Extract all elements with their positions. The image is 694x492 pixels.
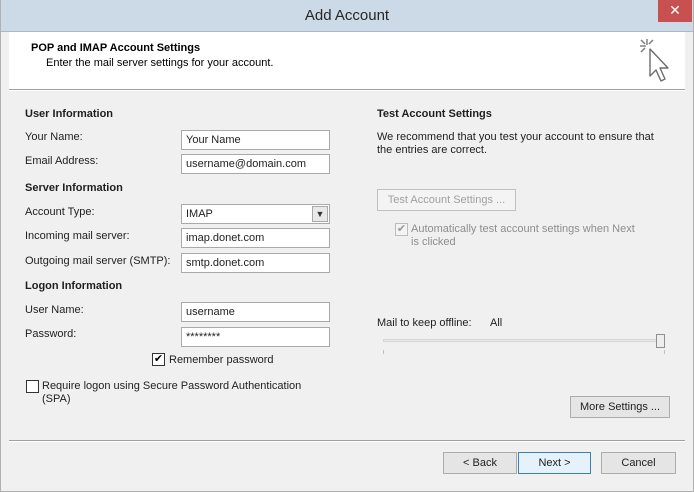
header-title: POP and IMAP Account Settings bbox=[31, 42, 201, 54]
auto-test-checkbox[interactable]: ✔ bbox=[395, 223, 408, 236]
logon-information-heading: Logon Information bbox=[25, 280, 123, 292]
header-separator bbox=[9, 89, 685, 91]
close-button[interactable]: ✕ bbox=[658, 0, 692, 22]
spa-checkbox[interactable] bbox=[26, 380, 39, 393]
user-name-input[interactable]: username bbox=[181, 302, 330, 322]
checkmark-icon: ✔ bbox=[396, 223, 407, 235]
spa-label-line2[interactable]: (SPA) bbox=[42, 393, 71, 405]
mail-offline-slider[interactable] bbox=[383, 334, 665, 356]
header-subtitle: Enter the mail server settings for your … bbox=[46, 57, 274, 69]
slider-track bbox=[383, 339, 665, 342]
test-account-settings-button[interactable]: Test Account Settings ... bbox=[377, 189, 516, 211]
account-type-select[interactable]: IMAP ▼ bbox=[181, 204, 330, 224]
user-information-heading: User Information bbox=[25, 108, 114, 120]
cancel-button[interactable]: Cancel bbox=[601, 452, 676, 474]
password-input[interactable]: ******** bbox=[181, 327, 330, 347]
test-description-line2: the entries are correct. bbox=[377, 144, 488, 156]
account-type-value: IMAP bbox=[186, 208, 213, 220]
outgoing-server-input[interactable]: smtp.donet.com bbox=[181, 253, 330, 273]
window-title: Add Account bbox=[304, 7, 390, 24]
user-name-label: User Name: bbox=[25, 304, 84, 316]
remember-password-checkbox[interactable]: ✔ bbox=[152, 353, 165, 366]
add-account-dialog: Add Account ✕ POP and IMAP Account Setti… bbox=[0, 0, 694, 492]
account-type-label: Account Type: bbox=[25, 206, 95, 218]
more-settings-button[interactable]: More Settings ... bbox=[570, 396, 670, 418]
pointer-click-icon bbox=[640, 39, 669, 82]
incoming-server-label: Incoming mail server: bbox=[25, 230, 130, 242]
slider-tick bbox=[664, 350, 665, 354]
close-icon: ✕ bbox=[669, 2, 681, 18]
slider-thumb[interactable] bbox=[656, 334, 665, 348]
checkmark-icon: ✔ bbox=[153, 353, 164, 365]
remember-password-label[interactable]: Remember password bbox=[169, 354, 274, 366]
title-bar[interactable]: Add Account ✕ bbox=[1, 0, 693, 32]
auto-test-label-line1[interactable]: Automatically test account settings when… bbox=[411, 223, 635, 235]
test-description-line1: We recommend that you test your account … bbox=[377, 131, 654, 143]
test-account-heading: Test Account Settings bbox=[377, 108, 492, 120]
password-label: Password: bbox=[25, 328, 77, 340]
server-information-heading: Server Information bbox=[25, 182, 123, 194]
auto-test-label-line2[interactable]: is clicked bbox=[411, 236, 456, 248]
email-address-input[interactable]: username@domain.com bbox=[181, 154, 330, 174]
footer-separator bbox=[9, 440, 685, 442]
slider-tick bbox=[383, 350, 384, 354]
your-name-label: Your Name: bbox=[25, 131, 83, 143]
incoming-server-input[interactable]: imap.donet.com bbox=[181, 228, 330, 248]
email-address-label: Email Address: bbox=[25, 155, 99, 167]
next-button[interactable]: Next > bbox=[518, 452, 591, 474]
mail-offline-value: All bbox=[490, 317, 503, 329]
your-name-input[interactable]: Your Name bbox=[181, 130, 330, 150]
spa-label-line1[interactable]: Require logon using Secure Password Auth… bbox=[42, 380, 301, 392]
chevron-down-icon[interactable]: ▼ bbox=[312, 206, 328, 222]
outgoing-server-label: Outgoing mail server (SMTP): bbox=[25, 255, 171, 267]
dialog-header: POP and IMAP Account Settings Enter the … bbox=[9, 32, 685, 89]
back-button[interactable]: < Back bbox=[443, 452, 517, 474]
mail-offline-label: Mail to keep offline: bbox=[377, 317, 472, 329]
